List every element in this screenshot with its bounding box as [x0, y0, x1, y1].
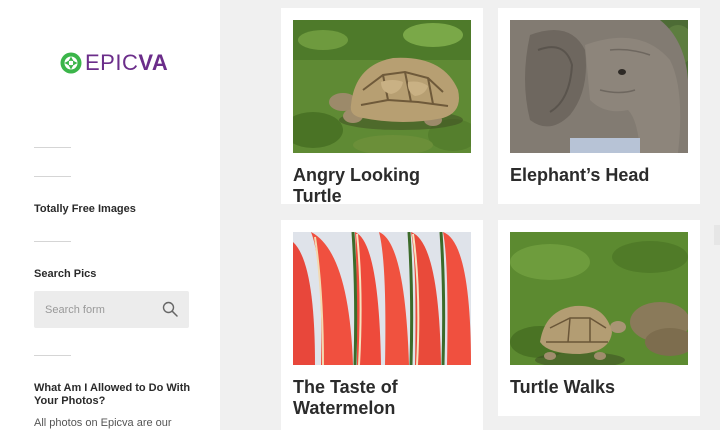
- divider: [34, 147, 71, 148]
- widget-text-usage: All photos on Epicva are our: [34, 417, 172, 429]
- post-title[interactable]: Turtle Walks: [510, 377, 690, 398]
- search-input[interactable]: [34, 291, 154, 328]
- sidebar: EPICVA Totally Free Images Search Pics W…: [0, 0, 220, 430]
- scrollbar-hint: [714, 225, 720, 245]
- widget-title-search: Search Pics: [34, 268, 97, 280]
- post-title[interactable]: Elephant’s Head: [510, 165, 690, 186]
- post-title[interactable]: Angry Looking Turtle: [293, 165, 473, 207]
- aperture-logo-icon: [60, 52, 82, 74]
- post-thumbnail[interactable]: [293, 20, 471, 153]
- post-title[interactable]: The Taste of Watermelon: [293, 377, 473, 419]
- turtle-photo: [293, 20, 471, 153]
- divider: [34, 176, 71, 177]
- post-card[interactable]: Turtle Walks: [498, 220, 700, 416]
- widget-title-free-images: Totally Free Images: [34, 203, 136, 215]
- logo-wordmark: EPICVA: [85, 50, 169, 75]
- search-icon[interactable]: [162, 301, 178, 317]
- post-card[interactable]: The Taste of Watermelon: [281, 220, 483, 430]
- site-logo[interactable]: EPICVA: [60, 52, 168, 74]
- widget-title-usage: What Am I Allowed to Do With Your Photos…: [34, 382, 191, 407]
- post-thumbnail[interactable]: [293, 232, 471, 365]
- divider: [34, 241, 71, 242]
- post-thumbnail[interactable]: [510, 20, 688, 153]
- post-thumbnail[interactable]: [510, 232, 688, 365]
- divider: [34, 355, 71, 356]
- watermelon-photo: [293, 232, 471, 365]
- turtle-walking-photo: [510, 232, 688, 365]
- elephant-photo: [510, 20, 688, 153]
- post-card[interactable]: Elephant’s Head: [498, 8, 700, 204]
- post-card[interactable]: Angry Looking Turtle: [281, 8, 483, 207]
- search-box: [34, 291, 189, 328]
